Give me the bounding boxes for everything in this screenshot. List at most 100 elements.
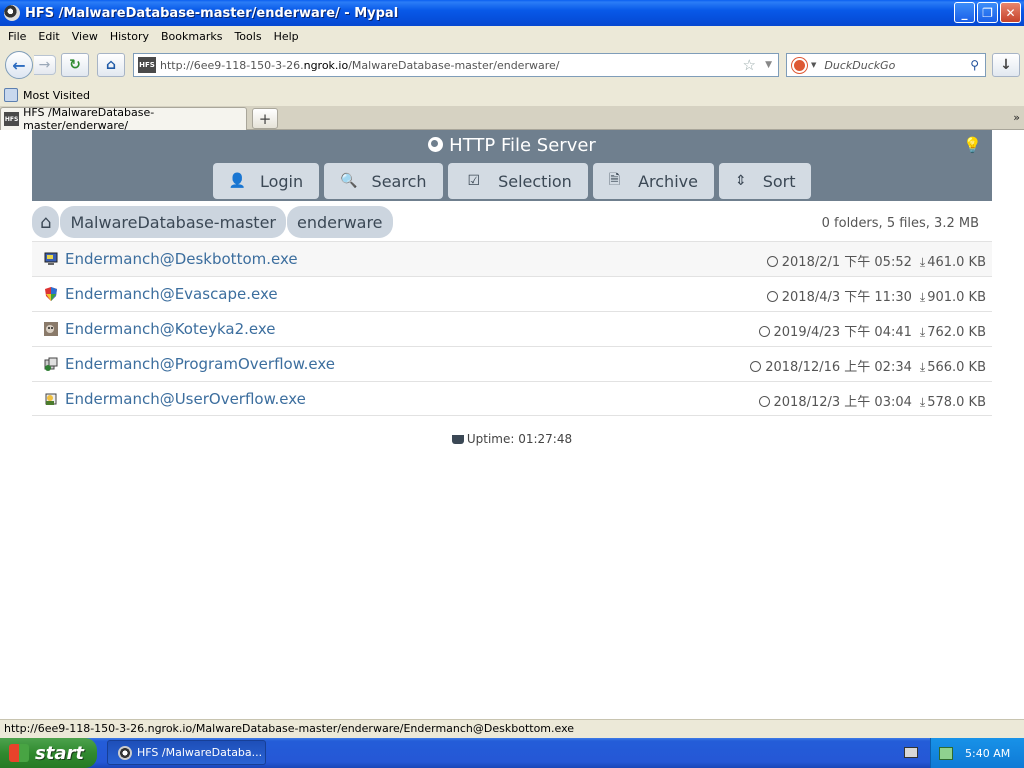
home-button[interactable]: ⌂	[97, 53, 125, 77]
search-input[interactable]: DuckDuckGo	[824, 59, 895, 72]
menu-history[interactable]: History	[104, 30, 155, 43]
clock-icon	[766, 256, 778, 267]
sort-icon: ⇕	[734, 173, 747, 189]
archive-button[interactable]: 🗎 Archive	[592, 163, 714, 199]
arrow-left-icon: ←	[12, 55, 26, 75]
file-row[interactable]: Endermanch@UserOverflow.exe 2018/12/3 上午…	[32, 381, 992, 416]
download-icon: ⤓	[919, 395, 926, 409]
search-button[interactable]: 🔍 Search	[324, 163, 443, 199]
navigation-toolbar: ← → ↻ ⌂ HFS http://6ee9-118-150-3-26.ngr…	[0, 46, 1024, 84]
downloads-button[interactable]: ↓	[992, 53, 1020, 77]
tab-hfs[interactable]: HFS HFS /MalwareDatabase-master/enderwar…	[0, 106, 247, 132]
setup-icon	[44, 357, 58, 371]
breadcrumb-item[interactable]: enderware	[287, 206, 393, 238]
web-page: HTTP File Server 💡 👤 Login 🔍 Search ☑ Selec…	[0, 130, 1024, 719]
uptime-text: Uptime: 01:27:48	[466, 432, 573, 446]
taskbar: start HFS /MalwareDataba... 5:40 AM	[0, 738, 1024, 768]
download-icon: ⤓	[919, 360, 926, 374]
file-row[interactable]: Endermanch@Evascape.exe 2018/4/3 下午 11:3…	[32, 276, 992, 311]
file-name[interactable]: Endermanch@Deskbottom.exe	[65, 250, 298, 268]
file-list: Endermanch@Deskbottom.exe 2018/2/1 下午 05…	[32, 241, 992, 416]
minimize-button[interactable]: _	[954, 2, 975, 23]
taskbar-item[interactable]: HFS /MalwareDataba...	[107, 740, 266, 765]
bookmarks-toolbar: Most Visited	[0, 84, 1024, 106]
file-row[interactable]: Endermanch@Koteyka2.exe 2019/4/23 下午 04:…	[32, 311, 992, 346]
hfs-toolbar: 👤 Login 🔍 Search ☑ Selection 🗎 Archive ⇕ Sort	[32, 163, 992, 199]
menu-bookmarks[interactable]: Bookmarks	[155, 30, 228, 43]
file-size: 566.0 KB	[927, 360, 986, 375]
file-date: 2018/12/3 上午 03:04	[773, 395, 912, 410]
most-visited-bookmark[interactable]: Most Visited	[23, 89, 90, 102]
file-date: 2018/2/1 下午 05:52	[781, 255, 912, 270]
forward-button[interactable]: →	[34, 55, 56, 75]
file-size: 901.0 KB	[927, 290, 986, 305]
start-button[interactable]: start	[0, 738, 97, 768]
duckduckgo-icon[interactable]	[792, 57, 807, 73]
file-date: 2018/4/3 下午 11:30	[781, 290, 912, 305]
mypal-app-icon	[118, 745, 132, 760]
globe-icon	[428, 137, 444, 152]
folder-summary: 0 folders, 5 files, 3.2 MB	[821, 216, 979, 231]
file-date: 2018/12/16 上午 02:34	[765, 360, 912, 375]
network-icon[interactable]	[939, 746, 953, 760]
search-icon[interactable]: ⚲	[970, 58, 979, 72]
keyboard-icon[interactable]	[904, 747, 918, 758]
menu-edit[interactable]: Edit	[32, 30, 65, 43]
clock[interactable]: 5:40 AM	[965, 747, 1010, 760]
breadcrumb: ⌂ MalwareDatabase-master enderware	[32, 206, 394, 238]
search-bar[interactable]: ▼ DuckDuckGo ⚲	[786, 53, 986, 77]
login-button[interactable]: 👤 Login	[212, 163, 320, 199]
plus-icon: +	[258, 109, 272, 128]
hfs-tab-icon: HFS	[4, 112, 20, 126]
address-bar[interactable]: HFS http://6ee9-118-150-3-26.ngrok.io/Ma…	[133, 53, 779, 77]
address-url[interactable]: http://6ee9-118-150-3-26.ngrok.io/Malwar…	[160, 59, 559, 72]
clock-icon	[758, 326, 770, 337]
menu-file[interactable]: File	[0, 30, 32, 43]
mypal-app-icon	[4, 5, 20, 21]
reload-icon: ↻	[69, 57, 81, 73]
menu-view[interactable]: View	[66, 30, 104, 43]
hfs-header: HTTP File Server 💡 👤 Login 🔍 Search ☑ Selec…	[32, 130, 992, 201]
user-icon: 👤	[228, 173, 246, 189]
window-title: HFS /MalwareDatabase-master/enderware/ -…	[25, 5, 399, 21]
file-name[interactable]: Endermanch@Evascape.exe	[65, 285, 278, 303]
lightbulb-icon[interactable]: 💡	[963, 136, 982, 154]
home-icon: ⌂	[105, 57, 117, 73]
file-row[interactable]: Endermanch@ProgramOverflow.exe 2018/12/1…	[32, 346, 992, 381]
uptime-footer: Uptime: 01:27:48	[0, 432, 1024, 446]
status-bar: http://6ee9-118-150-3-26.ngrok.io/Malwar…	[0, 719, 1024, 738]
back-button[interactable]: ←	[5, 51, 33, 79]
maximize-button[interactable]: ❐	[977, 2, 998, 23]
tab-strip: HFS HFS /MalwareDatabase-master/enderwar…	[0, 106, 1024, 132]
bookmark-folder-icon	[4, 88, 18, 102]
menu-help[interactable]: Help	[268, 30, 305, 43]
coffee-cup-icon	[451, 435, 464, 444]
reload-button[interactable]: ↻	[61, 53, 89, 77]
file-name[interactable]: Endermanch@ProgramOverflow.exe	[65, 355, 335, 373]
file-size: 762.0 KB	[927, 325, 986, 340]
search-icon: 🔍	[340, 173, 358, 189]
windows-flag-icon	[9, 744, 29, 762]
file-row[interactable]: Endermanch@Deskbottom.exe 2018/2/1 下午 05…	[32, 241, 992, 276]
window-titlebar[interactable]: HFS /MalwareDatabase-master/enderware/ -…	[0, 0, 1024, 26]
selection-button[interactable]: ☑ Selection	[447, 163, 588, 199]
menu-tools[interactable]: Tools	[228, 30, 267, 43]
clock-icon	[758, 396, 770, 407]
breadcrumb-item[interactable]: MalwareDatabase-master	[60, 206, 286, 238]
new-tab-button[interactable]: +	[252, 108, 278, 129]
history-dropdown-icon[interactable]: ▼	[765, 60, 772, 70]
file-name[interactable]: Endermanch@UserOverflow.exe	[65, 390, 306, 408]
checkbox-icon: ☑	[467, 173, 481, 189]
system-tray: 5:40 AM	[930, 738, 1024, 768]
breadcrumb-home[interactable]: ⌂	[32, 206, 60, 238]
tab-list-chevron-icon[interactable]: »	[1013, 111, 1020, 124]
file-name[interactable]: Endermanch@Koteyka2.exe	[65, 320, 276, 338]
engine-dropdown-icon[interactable]: ▼	[811, 61, 816, 69]
close-button[interactable]: ✕	[1000, 2, 1021, 23]
arrow-right-icon: →	[38, 57, 51, 73]
file-size: 461.0 KB	[927, 255, 986, 270]
cat-icon	[44, 322, 58, 336]
sort-button[interactable]: ⇕ Sort	[718, 163, 812, 199]
bookmark-star-icon[interactable]: ☆	[743, 56, 756, 74]
download-icon: ⤓	[919, 255, 926, 269]
